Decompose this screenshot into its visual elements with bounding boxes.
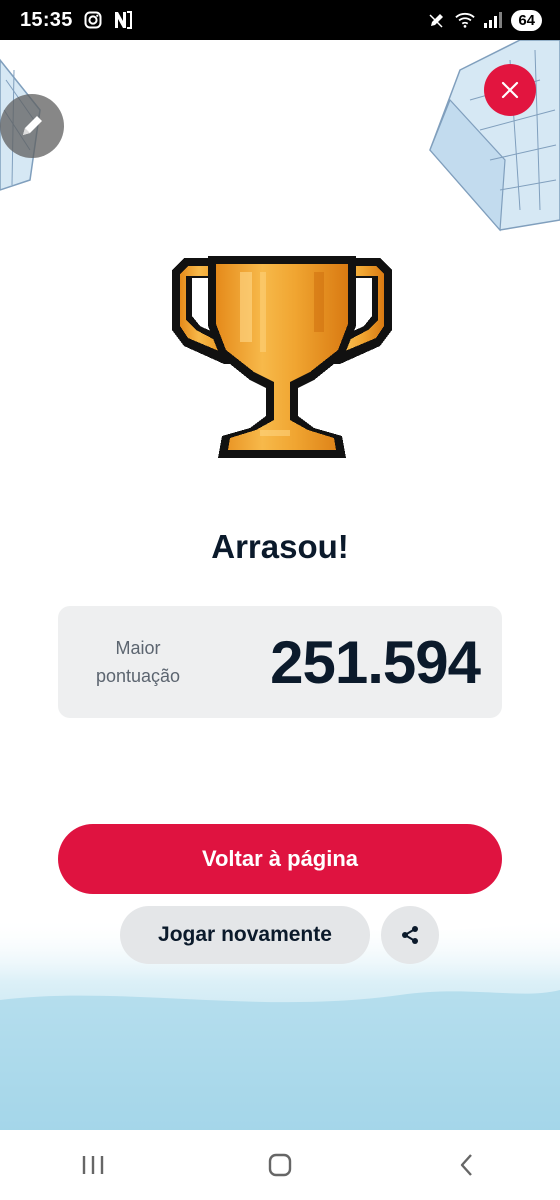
play-again-button[interactable]: Jogar novamente (120, 906, 370, 964)
instagram-icon (83, 10, 103, 30)
status-time: 15:35 (20, 8, 73, 31)
pencil-icon (23, 116, 42, 135)
close-button[interactable] (484, 64, 536, 116)
home-icon (268, 1153, 292, 1177)
recent-apps-icon (83, 1156, 104, 1174)
close-icon (501, 81, 519, 99)
app-notification-icon (113, 10, 133, 30)
high-score-value: 251.594 (270, 628, 481, 696)
status-bar: 15:35 64 (0, 0, 560, 40)
signal-icon (483, 10, 503, 30)
high-score-card: Maior pontuação 251.594 (58, 606, 502, 718)
back-button[interactable] (437, 1140, 497, 1190)
high-score-label-line2: pontuação (95, 666, 181, 686)
battery-indicator: 64 (511, 9, 542, 31)
home-button[interactable] (250, 1140, 310, 1190)
back-to-page-button[interactable]: Voltar à página (58, 824, 502, 894)
background-illustration (0, 40, 560, 1130)
game-result-screen: Arrasou! Maior pontuação 251.594 Voltar … (0, 40, 560, 1130)
recent-apps-button[interactable] (63, 1140, 123, 1190)
back-icon (460, 1154, 472, 1176)
pen-icon (427, 10, 447, 30)
share-icon (402, 926, 418, 944)
result-headline: Arrasou! (211, 528, 349, 565)
share-button[interactable] (381, 906, 439, 964)
status-right: 64 (427, 9, 542, 31)
trophy-icon (172, 256, 392, 458)
edit-button[interactable] (0, 94, 64, 158)
high-score-label-line1: Maior (115, 638, 161, 658)
high-score-label: Maior pontuação (58, 634, 218, 690)
system-nav-bar (0, 1130, 560, 1200)
status-left: 15:35 (20, 9, 133, 32)
wifi-icon (455, 10, 476, 30)
